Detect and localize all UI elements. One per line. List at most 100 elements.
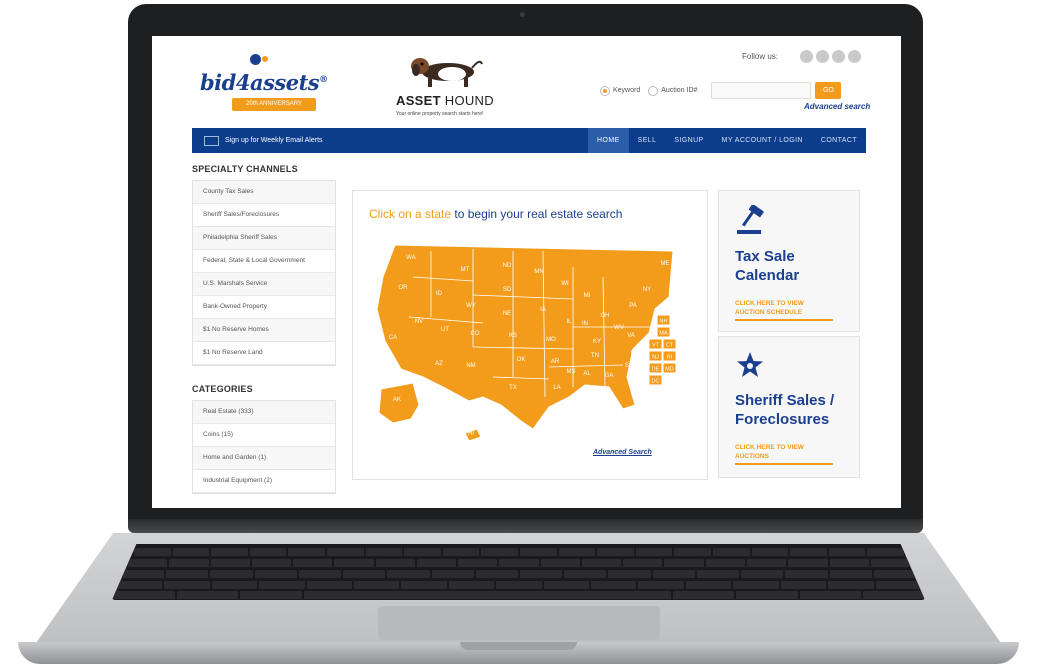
state-label-wi: WI: [561, 281, 569, 287]
state-label-mt: MT: [461, 267, 470, 273]
state-label-va: VA: [627, 333, 635, 339]
small-state-label-vt: VT: [652, 343, 660, 349]
state-label-tx: TX: [509, 385, 517, 391]
state-label-wa: WA: [406, 255, 415, 261]
sheriff-sales-title: Sheriff Sales / Foreclosures: [735, 392, 835, 428]
state-label-wv: WV: [614, 325, 624, 331]
small-state-boxes[interactable]: NH MA VT CT NJ RI DE MD DC: [648, 314, 677, 386]
small-state-label-md: MD: [665, 367, 674, 373]
web-page: bid4assets® 20th ANNIVERSARY ASSET HOUND…: [152, 36, 901, 508]
follow-us-label: Follow us:: [742, 52, 779, 61]
search-bar: Keyword Auction ID# GO: [600, 82, 842, 99]
envelope-icon: [204, 135, 219, 146]
advanced-search-link[interactable]: Advanced search: [804, 102, 870, 111]
sidebar-item-government[interactable]: Federal, State & Local Government: [193, 250, 335, 273]
state-label-ar: AR: [551, 359, 560, 365]
state-label-me: ME: [661, 261, 670, 267]
sidebar-item-us-marshals[interactable]: U.S. Marshals Service: [193, 273, 335, 296]
social-links: [800, 50, 861, 63]
state-label-tn: TN: [591, 353, 599, 359]
facebook-icon[interactable]: [800, 50, 813, 63]
state-label-sd: SD: [503, 287, 512, 293]
small-state-label-de: DE: [652, 367, 660, 373]
state-map-panel: Click on a state to begin your real esta…: [352, 190, 708, 480]
tax-sale-calendar-link[interactable]: CLICK HERE TO VIEW AUCTION SCHEDULE: [735, 299, 833, 321]
sidebar-item-no-reserve-homes[interactable]: $1 No Reserve Homes: [193, 319, 335, 342]
category-real-estate[interactable]: Real Estate (333): [193, 401, 335, 424]
nav-sell[interactable]: SELL: [629, 128, 666, 153]
alaska-shape[interactable]: [378, 382, 420, 424]
nav-contact[interactable]: CONTACT: [812, 128, 866, 153]
keyboard: [112, 544, 925, 600]
state-label-ny: NY: [643, 287, 651, 293]
us-map[interactable]: WA OR CA NV ID MT WY UT AZ CO NM ND SD NE KS OK TX MN IA MO…: [373, 237, 683, 443]
state-label-ks: KS: [509, 333, 517, 339]
category-coins[interactable]: Coins (15): [193, 424, 335, 447]
state-label-oh: OH: [601, 313, 610, 319]
nav-signup[interactable]: SIGNUP: [665, 128, 712, 153]
anniversary-ribbon: 20th ANNIVERSARY: [232, 98, 316, 111]
hound-dog-icon: [411, 58, 483, 87]
categories-list: Real Estate (333) Coins (15) Home and Ga…: [192, 400, 336, 494]
linkedin-icon[interactable]: [832, 50, 845, 63]
keyword-radio-label: Keyword: [613, 87, 641, 94]
state-label-nd: ND: [503, 263, 512, 269]
sheriff-sales-card[interactable]: Sheriff Sales / Foreclosures CLICK HERE …: [718, 336, 860, 478]
logo-dot: [250, 54, 261, 65]
laptop-mockup: bid4assets® 20th ANNIVERSARY ASSET HOUND…: [0, 0, 1037, 671]
state-label-wy: WY: [466, 303, 476, 309]
go-button[interactable]: GO: [815, 82, 842, 99]
nav-account-login[interactable]: MY ACCOUNT / LOGIN: [713, 128, 812, 153]
state-label-co: CO: [471, 331, 480, 337]
state-label-ia: IA: [540, 307, 546, 313]
small-state-label-nj: NJ: [652, 355, 659, 361]
state-label-sc: SC: [625, 363, 634, 369]
state-label-nc: NC: [631, 351, 640, 357]
sidebar-item-no-reserve-land[interactable]: $1 No Reserve Land: [193, 342, 335, 365]
small-state-label-ri: RI: [667, 355, 673, 361]
small-state-label-dc: DC: [652, 379, 660, 385]
state-label-ne: NE: [503, 311, 511, 317]
webcam: [520, 12, 525, 17]
laptop-screen: bid4assets® 20th ANNIVERSARY ASSET HOUND…: [152, 36, 901, 508]
state-label-ak: AK: [393, 397, 401, 403]
asset-hound-tagline: Your online property search starts here!: [396, 111, 484, 117]
category-industrial-equipment[interactable]: Industrial Equipment (2): [193, 470, 335, 493]
map-heading: Click on a state to begin your real esta…: [369, 207, 623, 221]
main-nav: Sign up for Weekly Email Alerts HOME SEL…: [192, 128, 866, 153]
asset-hound-logo[interactable]: ASSET HOUND Your online property search …: [392, 50, 502, 122]
auction-id-radio[interactable]: [648, 85, 659, 96]
sidebar-item-philadelphia-sheriff[interactable]: Philadelphia Sheriff Sales: [193, 227, 335, 250]
state-label-mo: MO: [546, 337, 556, 343]
bid4assets-logo[interactable]: bid4assets® 20th ANNIVERSARY: [198, 52, 328, 122]
map-advanced-search-link[interactable]: Advanced Search: [593, 449, 652, 456]
specialty-channels-heading: SPECIALTY CHANNELS: [192, 164, 298, 174]
state-label-hi: HI: [468, 431, 474, 437]
youtube-icon[interactable]: [848, 50, 861, 63]
twitter-icon[interactable]: [816, 50, 829, 63]
state-label-ga: GA: [605, 373, 614, 379]
tax-sale-calendar-title: Tax Sale Calendar: [735, 248, 800, 284]
state-label-al: AL: [583, 371, 591, 377]
category-home-garden[interactable]: Home and Garden (1): [193, 447, 335, 470]
sidebar-item-sheriff-sales[interactable]: Sheriff Sales/Foreclosures: [193, 204, 335, 227]
keyword-radio[interactable]: [600, 85, 610, 96]
sheriff-sales-link[interactable]: CLICK HERE TO VIEW AUCTIONS: [735, 443, 833, 465]
small-state-label-nh: NH: [660, 319, 668, 325]
nav-home[interactable]: HOME: [588, 128, 629, 153]
sidebar-item-bank-owned[interactable]: Bank-Owned Property: [193, 296, 335, 319]
logo-dot-accent: [262, 56, 268, 62]
state-label-il: IL: [566, 319, 572, 325]
sidebar-item-county-tax-sales[interactable]: County Tax Sales: [193, 181, 335, 204]
state-label-id: ID: [436, 291, 443, 297]
search-input[interactable]: [711, 82, 812, 99]
tax-sale-calendar-card[interactable]: Tax Sale Calendar CLICK HERE TO VIEW AUC…: [718, 190, 860, 332]
auction-id-radio-label: Auction ID#: [661, 87, 698, 94]
sidebar: SPECIALTY CHANNELS County Tax Sales Sher…: [192, 164, 336, 494]
laptop-notch: [460, 642, 577, 650]
state-label-ky: KY: [593, 339, 601, 345]
gavel-icon: [737, 205, 765, 234]
state-label-ca: CA: [389, 335, 397, 341]
email-alert-link[interactable]: Sign up for Weekly Email Alerts: [225, 137, 588, 144]
small-state-label-ct: CT: [666, 343, 674, 349]
